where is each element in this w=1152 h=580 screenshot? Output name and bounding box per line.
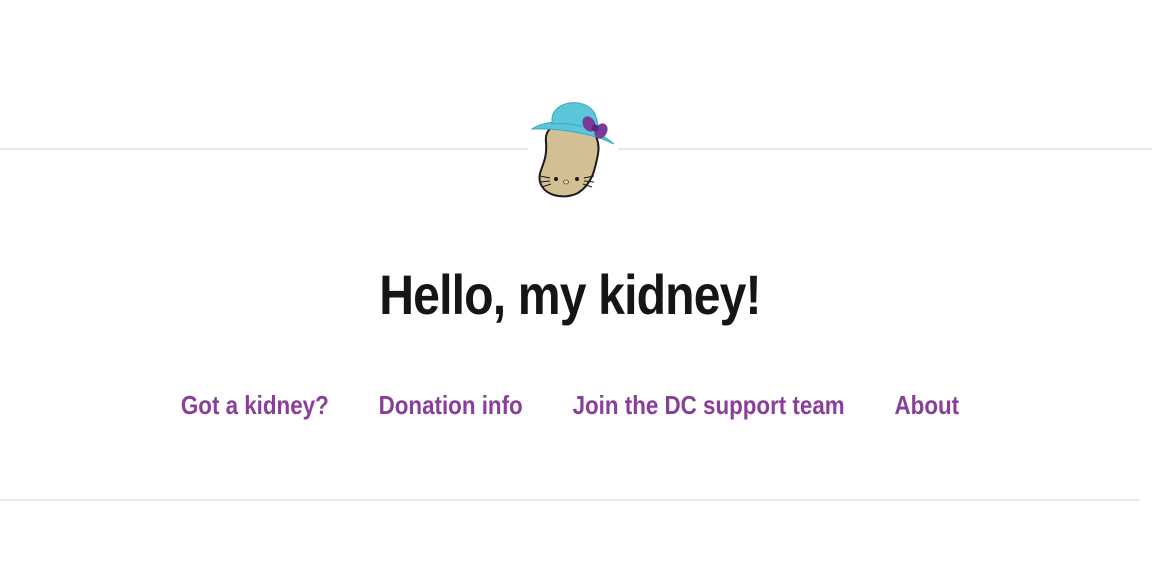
nav-item-about[interactable]: About bbox=[895, 388, 960, 422]
nav-item-got-a-kidney[interactable]: Got a kidney? bbox=[181, 388, 329, 422]
header-divider-bottom bbox=[0, 499, 1140, 501]
nav-item-donation-info[interactable]: Donation info bbox=[379, 388, 523, 422]
kidney-bean-with-hat-icon bbox=[530, 102, 615, 198]
site-logo-link[interactable] bbox=[528, 98, 618, 200]
site-title[interactable]: Hello, my kidney! bbox=[80, 262, 1060, 328]
page: Hello, my kidney! Got a kidney? Donation… bbox=[0, 0, 1152, 580]
primary-navigation: Got a kidney? Donation info Join the DC … bbox=[80, 388, 1060, 422]
nav-item-join-dc-support-team[interactable]: Join the DC support team bbox=[573, 388, 845, 422]
